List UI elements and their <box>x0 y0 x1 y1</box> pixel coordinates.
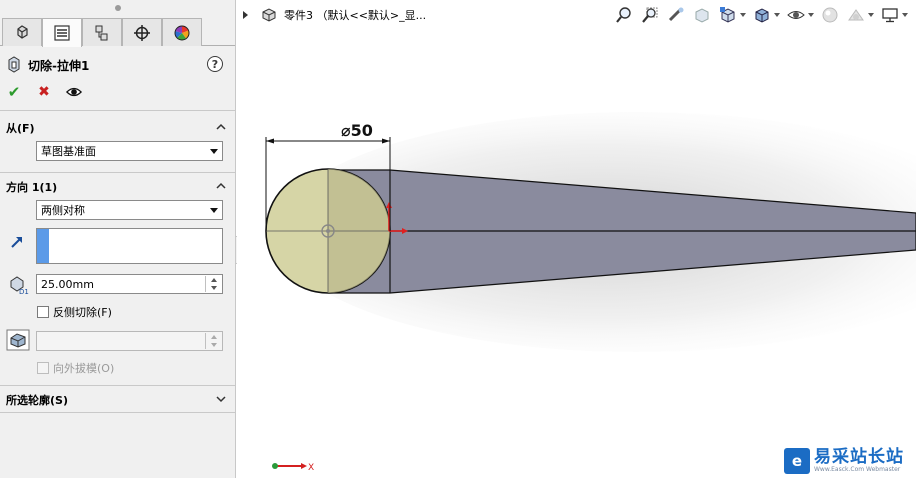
section-view-button[interactable] <box>692 5 712 25</box>
breadcrumb[interactable]: 零件3 （默认<<默认>_显... <box>243 6 426 24</box>
edit-appearance-button[interactable] <box>820 5 840 25</box>
direction-selection-box[interactable] <box>36 228 223 264</box>
cancel-x-icon[interactable]: ✖ <box>36 84 52 100</box>
checkbox-box <box>37 362 49 374</box>
tab-featuremanager[interactable] <box>2 18 42 46</box>
monitor-icon <box>882 8 898 23</box>
configuration-icon <box>95 25 108 40</box>
dropdown-arrow-icon[interactable] <box>774 13 780 17</box>
tab-dimxpert[interactable] <box>122 18 162 46</box>
apply-scene-button[interactable] <box>846 5 866 25</box>
collapse-caret-icon <box>216 123 226 130</box>
dimension-arrow-icon <box>382 138 390 144</box>
action-bar: ✔ ✖ <box>0 80 235 104</box>
panel-grip[interactable] <box>0 0 235 16</box>
svg-text:D1: D1 <box>19 288 29 295</box>
previous-view-button[interactable] <box>666 5 686 25</box>
view-settings-button[interactable] <box>880 5 900 25</box>
dropdown-arrow-icon[interactable] <box>740 13 746 17</box>
display-style-icon <box>755 8 769 23</box>
direction1-section-header[interactable]: 方向 1(1) <box>0 176 235 198</box>
scene-icon <box>848 9 864 21</box>
flip-side-label: 反侧切除(F) <box>53 306 112 319</box>
property-list-icon <box>54 25 70 41</box>
from-section-header[interactable]: 从(F) <box>0 117 235 139</box>
depth-spinner[interactable] <box>205 276 221 292</box>
from-section-title: 从(F) <box>6 122 35 135</box>
display-style-button[interactable] <box>752 5 772 25</box>
ok-check-icon[interactable]: ✔ <box>6 83 22 101</box>
breadcrumb-label: 零件3 （默认<<默认>_显... <box>284 9 427 22</box>
collapse-caret-icon <box>216 182 226 189</box>
color-wheel-icon <box>174 25 190 40</box>
zoom-to-area-icon <box>642 7 658 23</box>
view-orientation-icon <box>720 7 735 23</box>
dropdown-arrow-icon[interactable] <box>868 13 874 17</box>
checkbox-box[interactable] <box>37 306 49 318</box>
help-icon[interactable]: ? <box>207 56 223 72</box>
graphics-area[interactable]: ⌀50 零件3 （默认<<默认>_显... X e 易采站长站 Www.Easc… <box>237 0 916 478</box>
depth-dimension-icon: D1 <box>10 276 29 295</box>
feature-header: 切除-拉伸1 ? <box>0 50 235 80</box>
diameter-dimension-text[interactable]: ⌀50 <box>341 121 373 140</box>
reference-triad: X <box>272 463 314 473</box>
selected-contours-header[interactable]: 所选轮廓(S) <box>0 389 235 411</box>
zoom-to-area-button[interactable] <box>640 5 660 25</box>
zoom-to-fit-icon <box>616 7 631 23</box>
dropdown-arrow-icon[interactable] <box>808 13 814 17</box>
preview-eye-icon[interactable] <box>66 84 82 100</box>
watermark-subtitle: Www.Easck.Com Webmaster <box>814 466 901 473</box>
model-scene: ⌀50 <box>265 112 916 352</box>
flip-side-checkbox[interactable]: 反侧切除(F) <box>37 304 112 320</box>
crosshair-icon <box>134 24 150 41</box>
zoom-to-fit-button[interactable] <box>614 5 634 25</box>
draft-angle-input <box>36 331 223 351</box>
hide-show-eye-icon <box>787 11 805 19</box>
dimension-arrow-icon <box>266 138 274 144</box>
feature-title: 切除-拉伸1 <box>28 58 90 73</box>
tab-configurationmanager[interactable] <box>82 18 122 46</box>
end-condition-select[interactable]: 两侧对称 <box>36 200 223 220</box>
start-condition-value: 草图基准面 <box>41 145 96 158</box>
draft-outward-label: 向外拔模(O) <box>53 362 115 375</box>
appearance-sphere-icon <box>822 7 838 23</box>
dropdown-arrow-icon[interactable] <box>902 13 908 17</box>
dropdown-arrow-icon <box>210 208 218 213</box>
selected-contours-title: 所选轮廓(S) <box>6 394 68 407</box>
direction-arrow-icon[interactable] <box>9 234 25 250</box>
heads-up-toolbar <box>614 4 908 26</box>
watermark-logo: e <box>784 448 810 474</box>
hide-show-items-button[interactable] <box>786 5 806 25</box>
extruded-cut-icon <box>8 56 20 73</box>
triad-x-label: X <box>308 463 314 473</box>
property-manager-panel: 切除-拉伸1 ? ✔ ✖ 从(F) 草图基准面 方向 1(1) 两侧对称 D1 … <box>0 0 236 478</box>
tab-propertymanager[interactable] <box>42 18 82 47</box>
origin-dot <box>326 229 330 233</box>
draft-outward-checkbox: 向外拔模(O) <box>37 360 114 376</box>
dropdown-arrow-icon <box>210 149 218 154</box>
depth-value: 25.00mm <box>41 277 94 291</box>
draft-icon[interactable] <box>6 329 30 351</box>
start-condition-select[interactable]: 草图基准面 <box>36 141 223 161</box>
direction1-section-title: 方向 1(1) <box>6 181 58 194</box>
feature-tree-icon <box>17 24 28 39</box>
section-view-icon <box>695 8 709 23</box>
expand-triangle-icon[interactable] <box>243 11 248 19</box>
end-condition-value: 两侧对称 <box>41 204 85 217</box>
depth-input[interactable]: 25.00mm <box>36 274 223 294</box>
previous-view-icon <box>668 7 684 22</box>
draft-angle-spinner <box>205 333 221 349</box>
selection-highlight <box>37 229 49 263</box>
watermark: e 易采站长站 Www.Easck.Com Webmaster <box>780 444 916 478</box>
tab-display-manager[interactable] <box>162 18 202 46</box>
view-orientation-button[interactable] <box>718 5 738 25</box>
expand-caret-icon <box>216 396 226 403</box>
part-icon <box>262 8 276 22</box>
watermark-title: 易采站长站 <box>814 447 904 467</box>
manager-tabs <box>0 16 235 47</box>
